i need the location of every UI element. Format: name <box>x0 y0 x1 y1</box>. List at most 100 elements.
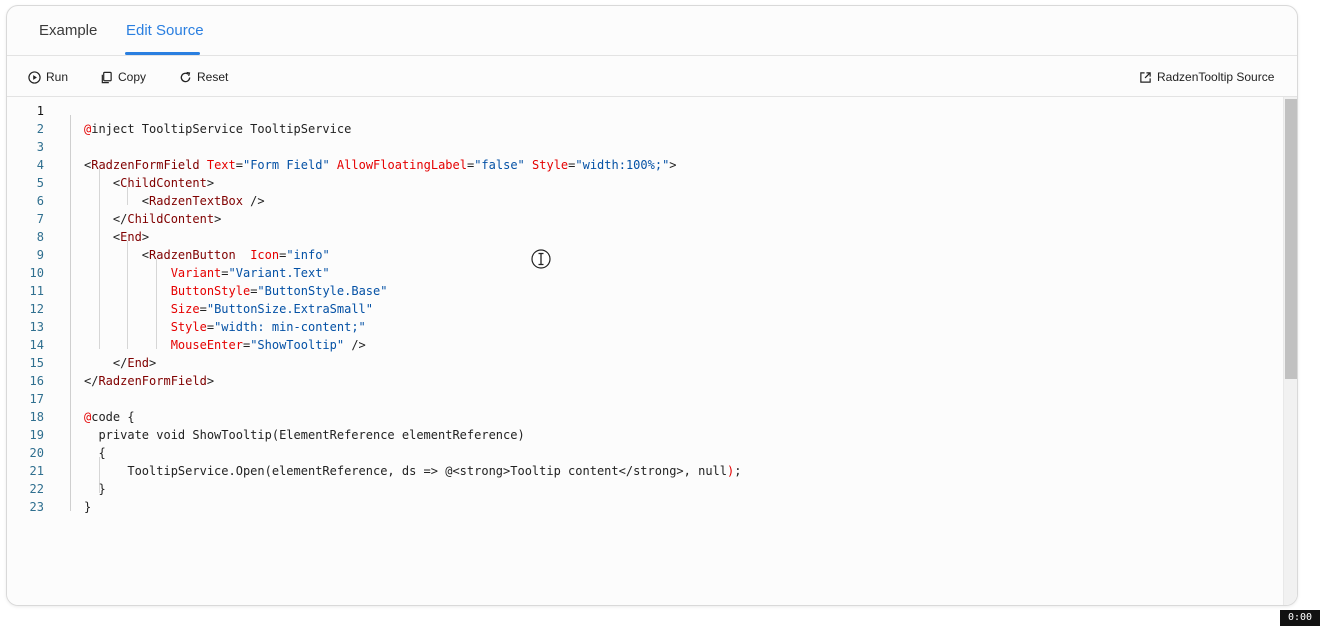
code-token: End <box>120 230 142 244</box>
code-token: "info" <box>286 248 330 262</box>
line-number: 16 <box>29 374 44 388</box>
code-line: private void ShowTooltip(ElementReferenc… <box>84 426 525 444</box>
code-token: "Variant.Text" <box>228 266 330 280</box>
line-number: 4 <box>36 158 44 172</box>
line-number: 13 <box>29 320 44 334</box>
tab-edit-source[interactable]: Edit Source <box>126 22 204 39</box>
code-token: < <box>84 248 150 262</box>
tab-example[interactable]: Example <box>39 22 97 39</box>
code-token: < <box>84 230 121 244</box>
line-number: 18 <box>29 410 44 424</box>
code-token: inject TooltipService TooltipService <box>91 122 352 136</box>
code-token: TooltipService.Open(elementReference, ds… <box>84 464 727 478</box>
code-token: > <box>149 356 157 370</box>
code-token: Text <box>206 158 236 172</box>
line-number: 23 <box>29 500 44 514</box>
code-token: Style <box>532 158 569 172</box>
reset-button[interactable]: Reset <box>179 69 228 85</box>
line-number: 10 <box>29 266 44 280</box>
line-number: 17 <box>29 392 44 406</box>
code-token: "width: min-content;" <box>214 320 366 334</box>
copy-label: Copy <box>118 70 147 84</box>
line-number: 1 <box>36 104 44 118</box>
code-token: AllowFloatingLabel <box>336 158 467 172</box>
code-line: <RadzenButton Icon="info" <box>84 246 330 264</box>
code-token: "width:100%;" <box>575 158 670 172</box>
code-line: @code { <box>84 408 135 426</box>
text-cursor-icon <box>531 249 551 269</box>
line-number: 5 <box>36 176 44 190</box>
code-line: { <box>84 444 106 462</box>
code-token: ButtonStyle <box>170 284 251 298</box>
code-token: "ButtonStyle.Base" <box>257 284 388 298</box>
code-token: </ <box>84 374 99 388</box>
code-line: <RadzenTextBox /> <box>84 192 265 210</box>
line-number: 6 <box>36 194 44 208</box>
code-line: </End> <box>84 354 156 372</box>
code-line: } <box>84 480 105 498</box>
code-token: < <box>84 194 150 208</box>
code-line: MouseEnter="ShowTooltip" /> <box>84 336 366 354</box>
code-token: RadzenFormField <box>91 158 200 172</box>
line-number: 22 <box>29 482 44 496</box>
run-button[interactable]: Run <box>28 69 68 85</box>
code-token: RadzenButton <box>149 248 236 262</box>
code-line: Size="ButtonSize.ExtraSmall" <box>84 300 373 318</box>
code-line: </RadzenFormField> <box>84 372 214 390</box>
line-number: 20 <box>29 446 44 460</box>
active-tab-indicator <box>125 52 200 55</box>
code-token: > <box>206 374 215 388</box>
code-token: private void ShowTooltip(ElementReferenc… <box>84 428 525 442</box>
code-token: /> <box>242 194 265 208</box>
code-line: TooltipService.Open(elementReference, ds… <box>84 462 741 480</box>
tab-bar: Example Edit Source <box>7 6 1297 56</box>
code-line: ButtonStyle="ButtonStyle.Base" <box>84 282 388 300</box>
editor-toolbar: Run Copy Reset RadzenTooltip Source <box>7 57 1297 97</box>
code-line: Variant="Variant.Text" <box>84 264 330 282</box>
code-token: "ButtonSize.ExtraSmall" <box>206 302 374 316</box>
scrollbar-thumb[interactable] <box>1285 99 1297 379</box>
line-number: 11 <box>29 284 44 298</box>
code-token: > <box>141 230 150 244</box>
code-line: <RadzenFormField Text="Form Field" Allow… <box>84 156 677 174</box>
source-card: Example Edit Source Run Copy Reset Radze… <box>6 5 1298 606</box>
code-line: } <box>84 498 91 516</box>
code-token: MouseEnter <box>170 338 243 352</box>
code-token: > <box>206 176 215 190</box>
radzen-tooltip-source-link[interactable]: RadzenTooltip Source <box>1139 69 1274 85</box>
code-token: </ <box>84 356 128 370</box>
copy-icon <box>101 71 112 83</box>
line-number: 19 <box>29 428 44 442</box>
code-editor[interactable]: 1 2 3 4 5 6 7 8 9 10 11 12 13 14 15 16 17 18 19 20 21 22 23 @i… <box>7 97 1297 605</box>
code-token: { <box>84 446 106 460</box>
code-token: RadzenFormField <box>98 374 207 388</box>
code-line: @inject TooltipService TooltipService <box>84 120 351 138</box>
line-number: 14 <box>29 338 44 352</box>
code-token: > <box>669 158 677 172</box>
code-token: "ShowTooltip" <box>250 338 345 352</box>
line-number: 21 <box>29 464 44 478</box>
code-token: = <box>221 266 229 280</box>
code-token: /> <box>344 338 366 352</box>
source-link-label: RadzenTooltip Source <box>1157 70 1275 84</box>
line-number: 2 <box>36 122 44 136</box>
code-token: "false" <box>474 158 525 172</box>
copy-button[interactable]: Copy <box>100 69 146 85</box>
code-token: ; <box>734 464 742 478</box>
code-token: = <box>235 158 243 172</box>
code-token: </ <box>84 212 128 226</box>
code-token: Style <box>170 320 207 334</box>
vertical-scrollbar[interactable] <box>1283 97 1297 605</box>
code-token: Size <box>170 302 200 316</box>
external-link-icon <box>1140 71 1151 83</box>
line-number: 15 <box>29 356 44 370</box>
code-token: > <box>214 212 222 226</box>
indent-guide <box>70 115 71 511</box>
code-line: <End> <box>84 228 149 246</box>
